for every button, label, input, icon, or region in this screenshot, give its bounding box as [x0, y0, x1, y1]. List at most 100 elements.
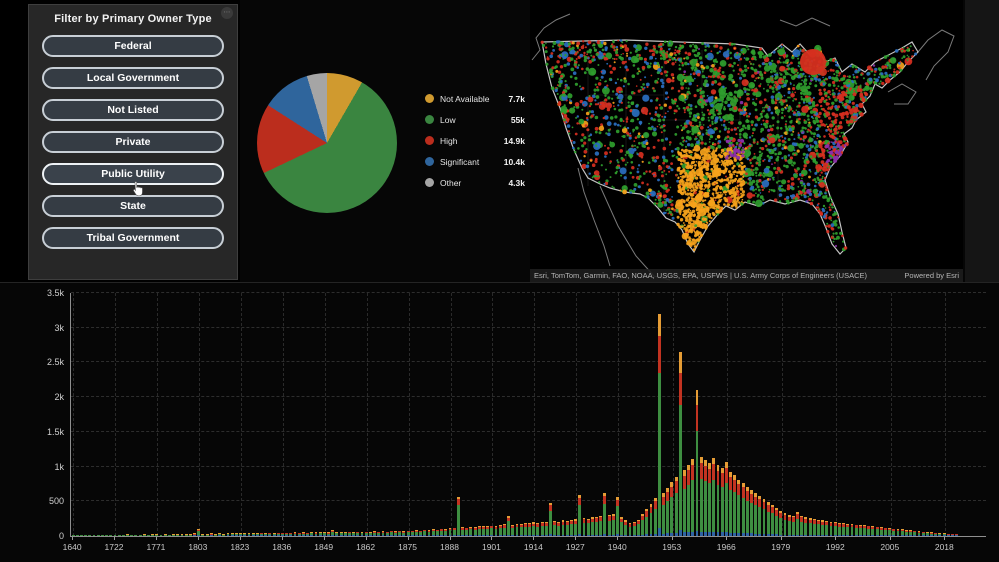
bar-segment	[662, 496, 665, 506]
bar-segment	[557, 535, 561, 536]
bar-segment	[494, 535, 498, 536]
bar-segment	[440, 535, 444, 536]
bar-segment	[377, 535, 381, 536]
bar-segment	[636, 535, 640, 536]
bar-segment	[745, 533, 749, 536]
bar-segment	[678, 352, 682, 373]
bar-segment	[871, 535, 875, 536]
filter-button-local-government[interactable]: Local Government	[42, 67, 224, 89]
filter-button-public-utility[interactable]: Public Utility	[42, 163, 224, 185]
filter-button-tribal-government[interactable]: Tribal Government	[42, 227, 224, 249]
bar-segment	[507, 534, 511, 536]
bar-segment	[385, 535, 389, 536]
bar-segment	[528, 535, 531, 536]
bar-segment	[708, 483, 712, 532]
bar-segment	[289, 535, 293, 536]
bar-segment	[243, 535, 247, 536]
bar-segment	[733, 492, 737, 533]
bar-segment	[502, 535, 506, 536]
bar-segment	[825, 525, 829, 536]
filter-button-wrap: Tribal Government	[42, 227, 224, 249]
bar-segment	[670, 497, 674, 534]
bar-segment	[670, 486, 674, 498]
bar-segment	[762, 509, 766, 534]
bar-segment	[301, 535, 305, 536]
bar-segment	[352, 535, 356, 536]
bar-segment	[569, 534, 573, 536]
bar-segment	[641, 520, 645, 535]
x-tick-label: 1803	[188, 542, 208, 552]
bar-segment	[201, 535, 205, 536]
x-tick-label: 1849	[314, 542, 334, 552]
legend-item-other[interactable]: Other 4.3k	[425, 172, 525, 193]
bar-segment	[657, 528, 661, 536]
bar-segment	[691, 531, 695, 536]
legend-label: Low	[440, 114, 456, 125]
bar-segment	[109, 535, 113, 536]
legend-label: High	[440, 135, 458, 146]
filter-button-federal[interactable]: Federal	[42, 35, 224, 57]
bar-segment	[812, 535, 816, 536]
pie-chart[interactable]	[257, 73, 397, 213]
legend-item-significant[interactable]: Significant 10.4k	[425, 151, 525, 172]
x-tick-label: 1979	[771, 542, 791, 552]
serial-chart-panel: 0 500 1k 1.5k 2k 2.5k 3k 3.5k 1640 1722 1771 1803 1…	[0, 282, 999, 562]
legend-item-high[interactable]: High 14.9k	[425, 130, 525, 151]
bar-segment	[599, 521, 603, 535]
bar-segment	[188, 535, 192, 536]
x-tick	[835, 537, 837, 540]
x-tick-label: 2005	[880, 542, 900, 552]
bar-segment	[737, 484, 741, 496]
bar-segment	[88, 535, 92, 536]
bar-segment	[770, 534, 774, 536]
bar-segment	[817, 524, 820, 536]
x-tick-label: 1927	[565, 542, 585, 552]
bar-segment	[854, 527, 858, 536]
bar-segment	[452, 535, 456, 536]
bar-segment	[900, 535, 904, 536]
panel-options-icon[interactable]: ⋯	[221, 7, 233, 19]
x-tick	[575, 537, 577, 540]
bar-segment	[209, 535, 213, 536]
bar-segment	[234, 535, 238, 536]
bar-segment	[197, 535, 201, 536]
powered-by-esri: Powered by Esri	[904, 271, 959, 280]
bar-segment	[410, 535, 414, 536]
legend-item-low[interactable]: Low 55k	[425, 109, 525, 130]
bar-segment	[343, 535, 347, 536]
bar-segment	[486, 535, 490, 536]
bar-segment	[783, 519, 787, 535]
filter-panel: Filter by Primary Owner Type ⋯ Federal Lo…	[28, 4, 238, 280]
x-tick-label: 1722	[104, 542, 124, 552]
x-tick	[407, 537, 409, 540]
bar-segment	[561, 524, 565, 536]
filter-button-private[interactable]: Private	[42, 131, 224, 153]
bar-segment	[147, 535, 150, 536]
x-tick	[114, 537, 116, 540]
bar-segment	[796, 534, 799, 536]
bar-segment	[582, 522, 586, 535]
bar-segment	[607, 520, 611, 535]
bar-segment	[791, 534, 795, 536]
legend-value: 4.3k	[508, 177, 525, 188]
legend-swatch-icon	[425, 94, 434, 103]
bar-segment	[754, 533, 758, 536]
bar-segment	[92, 535, 96, 536]
bar-segment	[590, 522, 594, 535]
filter-button-not-listed[interactable]: Not Listed	[42, 99, 224, 121]
bar-segment	[766, 504, 770, 512]
bar-2021[interactable]	[955, 293, 959, 536]
bar-segment	[750, 533, 753, 536]
bar-segment	[268, 535, 272, 536]
bar-segment	[540, 535, 544, 536]
bar-segment	[356, 535, 360, 536]
x-tick	[533, 537, 535, 540]
filter-button-state[interactable]: State	[42, 195, 224, 217]
bar-segment	[703, 465, 707, 482]
bar-segment	[687, 470, 691, 485]
pie-legend: Not Available 7.7k Low 55k High 14.9k Signific…	[425, 88, 525, 193]
bar-segment	[511, 527, 515, 536]
legend-item-not-available[interactable]: Not Available 7.7k	[425, 88, 525, 109]
map-canvas[interactable]	[530, 0, 963, 282]
bar-segment	[737, 532, 741, 536]
